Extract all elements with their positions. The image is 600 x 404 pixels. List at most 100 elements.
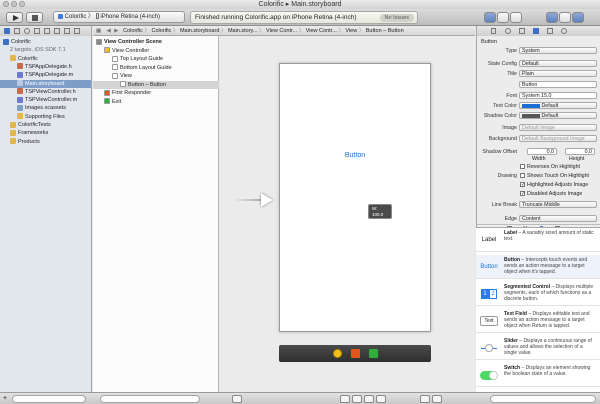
font-field[interactable]: System 15.0 [519, 92, 597, 99]
zoom-fit-button[interactable] [432, 395, 442, 403]
navigator-item[interactable]: TSPViewController.h [0, 88, 91, 96]
related-items-icon[interactable]: ▦ [96, 26, 103, 35]
breadcrumb-item[interactable]: Main.story... [228, 28, 258, 34]
outline-item[interactable]: View [93, 72, 219, 80]
breadcrumb-item[interactable]: View Contr... [266, 28, 297, 34]
issues-badge[interactable]: No Issues [379, 14, 414, 22]
view-controller-dock-icon[interactable] [333, 349, 342, 358]
library-item[interactable]: Button Button – Intercepts touch events a… [476, 255, 600, 279]
zoom-window-button[interactable] [19, 1, 25, 7]
library-filter-field[interactable] [490, 395, 596, 403]
edge-popup[interactable]: Content [519, 215, 597, 222]
forward-button[interactable]: ▶ [114, 28, 118, 34]
breadcrumb-item[interactable]: Main.storyboard [180, 28, 219, 34]
outline-item[interactable]: Bottom Layout Guide [93, 64, 219, 72]
breakpoint-navigator-icon[interactable] [64, 28, 70, 34]
reverses-on-highlight-checkbox[interactable]: Reverses On Highlight [520, 164, 580, 171]
debug-navigator-icon[interactable] [54, 28, 60, 34]
size-inspector-icon[interactable] [547, 28, 553, 34]
project-navigator-icon[interactable] [4, 28, 10, 34]
shadow-color-value: Default [541, 113, 559, 119]
breadcrumb-item[interactable]: View [345, 28, 357, 34]
navigator-item[interactable]: Images.xcassets [0, 104, 91, 112]
test-navigator-icon[interactable] [44, 28, 50, 34]
outline-item[interactable]: First Responder [93, 89, 219, 97]
version-editor-button[interactable] [510, 12, 522, 23]
type-popup[interactable]: System [519, 47, 597, 54]
run-button[interactable] [6, 12, 23, 23]
navigator-item[interactable]: Colorific [0, 55, 91, 63]
scheme-selector[interactable]: Colorific 〉 iPhone Retina (4-inch) [53, 11, 185, 23]
standard-editor-button[interactable] [484, 12, 496, 23]
toggle-debug-area-button[interactable] [559, 12, 571, 23]
navigator-item[interactable]: Supporting Files [0, 113, 91, 121]
highlighted-adjusts-image-checkbox[interactable]: ✓ Highlighted Adjusts Image [520, 182, 588, 189]
connections-inspector-icon[interactable] [561, 28, 567, 34]
first-responder-dock-icon[interactable] [351, 349, 360, 358]
minimize-window-button[interactable] [11, 1, 17, 7]
outline-filter-field[interactable] [100, 395, 200, 403]
library-item[interactable]: Slider – Displays a continuous range of … [476, 336, 600, 360]
shadow-offset-width-field[interactable]: 0,0 [527, 148, 557, 155]
outline-item[interactable]: Top Layout Guide [93, 55, 219, 63]
align-button[interactable] [340, 395, 350, 403]
navigator-item[interactable]: Products [0, 138, 91, 146]
library-item[interactable]: 1 2 Segmented Control – Displays multiple … [476, 282, 600, 306]
line-break-popup[interactable]: Truncate Middle [519, 201, 597, 208]
outline-item[interactable]: View Controller [93, 47, 219, 55]
quick-help-icon[interactable] [505, 28, 511, 34]
zoom-out-button[interactable] [420, 395, 430, 403]
outline-item[interactable]: Button – Button [93, 80, 219, 89]
log-navigator-icon[interactable] [74, 28, 80, 34]
navigator-filter-field[interactable] [12, 395, 86, 403]
symbol-navigator-icon[interactable] [14, 28, 20, 34]
shadow-offset-height-field[interactable]: 0,0 [565, 148, 595, 155]
file-inspector-icon[interactable] [491, 28, 496, 34]
assistant-editor-button[interactable] [497, 12, 509, 23]
image-combo[interactable]: Default Image [519, 124, 597, 131]
navigator-item[interactable]: TSPAppDelegate.m [0, 71, 91, 79]
library-item[interactable]: Switch – Displays an element showing the… [476, 363, 600, 387]
attributes-inspector-icon[interactable] [533, 28, 539, 34]
navigator-item[interactable]: Frameworks [0, 129, 91, 137]
toggle-utilities-button[interactable] [572, 12, 584, 23]
outline-item[interactable]: View Controller Scene [93, 38, 219, 46]
breadcrumb-item[interactable]: Colorific [123, 28, 143, 34]
text-color-popup[interactable]: Default [519, 102, 597, 109]
navigator-item[interactable]: TSPViewController.m [0, 96, 91, 104]
resolve-autolayout-button[interactable] [364, 395, 374, 403]
shows-touch-checkbox[interactable]: Shows Touch On Highlight [520, 173, 589, 180]
title-text-field[interactable]: Button [519, 81, 597, 88]
breadcrumb-item[interactable]: Colorific [152, 28, 172, 34]
outline-item[interactable]: Exit [93, 98, 219, 106]
state-config-popup[interactable]: Default [519, 60, 597, 67]
library-item[interactable]: Label Label – A variably sized amount of … [476, 228, 600, 252]
back-button[interactable]: ◀ [107, 28, 111, 34]
navigator-item[interactable]: TSPAppDelegate.h [0, 63, 91, 71]
breadcrumb-item[interactable]: Button – Button [366, 28, 404, 34]
text-color-swatch [522, 103, 540, 108]
view-controller-scene[interactable]: Button W: 100.0 H: 195.0 [279, 63, 431, 332]
stop-button[interactable] [26, 12, 43, 23]
pin-button[interactable] [352, 395, 362, 403]
exit-dock-icon[interactable] [369, 349, 378, 358]
breadcrumb-item[interactable]: View Contr... [306, 28, 337, 34]
entry-point-arrow[interactable] [233, 193, 273, 207]
storyboard-button[interactable]: Button [280, 152, 430, 159]
toggle-navigator-button[interactable] [546, 12, 558, 23]
resizing-behavior-button[interactable] [376, 395, 386, 403]
search-navigator-icon[interactable] [24, 28, 30, 34]
close-window-button[interactable] [3, 1, 9, 7]
navigator-item[interactable]: Main.storyboard [0, 79, 91, 88]
navigator-item[interactable]: Colorific [0, 38, 91, 46]
disabled-adjusts-image-checkbox[interactable]: ✓ Disabled Adjusts Image [520, 191, 582, 198]
hide-outline-button[interactable] [232, 395, 242, 403]
issue-navigator-icon[interactable] [34, 28, 40, 34]
title-mode-popup[interactable]: Plain [519, 70, 597, 77]
identity-inspector-icon[interactable] [519, 28, 525, 34]
library-item[interactable]: Text Text Field – Displays editable text … [476, 309, 600, 333]
background-combo[interactable]: Default Background Image [519, 135, 597, 142]
shadow-color-popup[interactable]: Default [519, 112, 597, 119]
navigator-item[interactable]: ColorificTests [0, 121, 91, 129]
add-file-button[interactable]: + [3, 395, 7, 402]
